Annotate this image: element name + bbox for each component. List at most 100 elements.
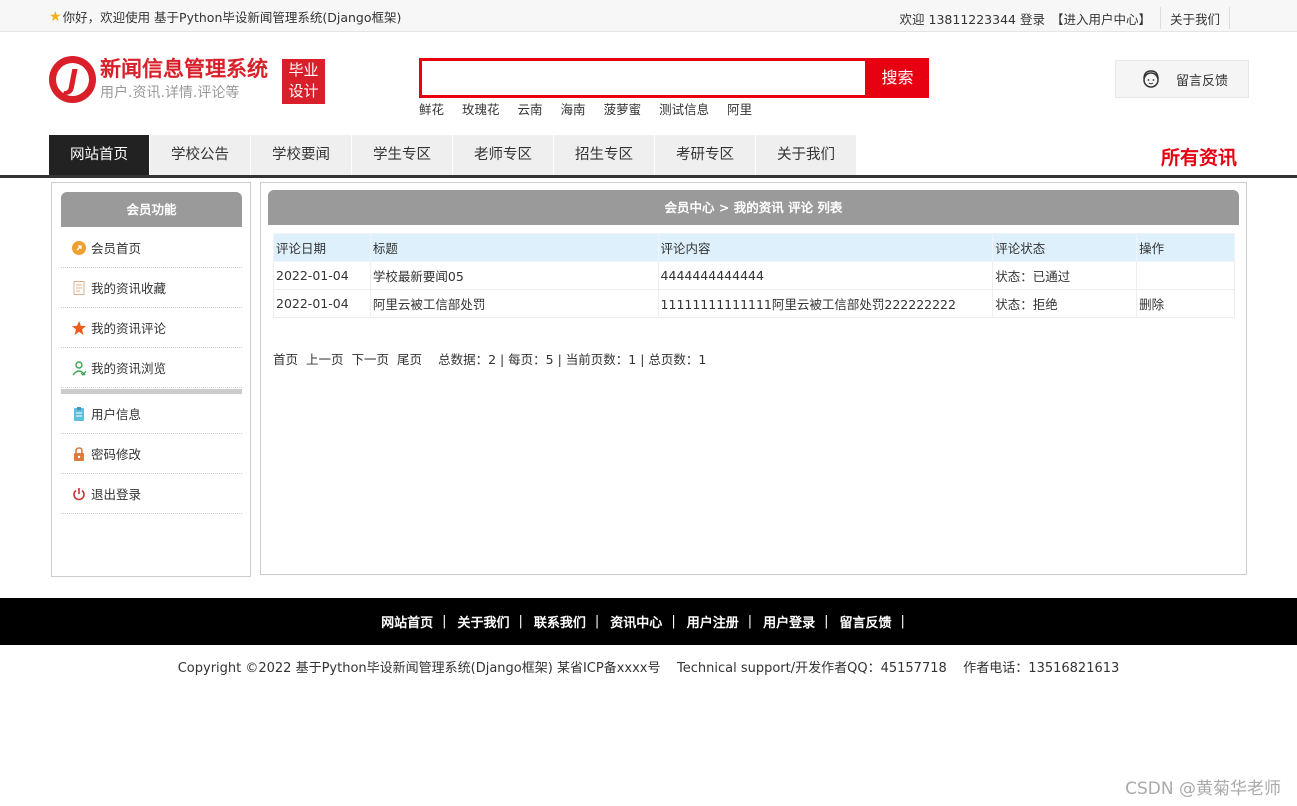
breadcrumb: 会员中心 > 我的资讯 评论 列表 [268,190,1239,225]
hot-word-link[interactable]: 玫瑰花 [462,99,500,118]
table-row: 2022-01-04 学校最新要闻05 4444444444444 状态：已通过 [273,261,1235,290]
column-header: 操作 [1136,233,1235,262]
nav-item-about[interactable]: 关于我们 [756,135,856,175]
sidebar-item-label: 密码修改 [91,447,142,462]
sidebar-item-comments[interactable]: 我的资讯评论 [61,308,242,348]
row-action [1136,261,1235,290]
last-page-link[interactable]: 尾页 [397,349,422,368]
footer-link-feedback[interactable]: 留言反馈 [840,612,892,631]
feedback-label: 留言反馈 [1176,73,1229,89]
footer-link-login[interactable]: 用户登录 [763,612,815,631]
nav-item-teachers[interactable]: 老师专区 [453,135,553,175]
sidebar-item-favorites[interactable]: 我的资讯收藏 [61,268,242,308]
pagination-stats: 总数据：2 | 每页：5 | 当前页数：1 | 总页数：1 [438,352,707,367]
first-page-link[interactable]: 首页 [273,349,298,368]
main-nav: 网站首页 学校公告 学校要闻 学生专区 老师专区 招生专区 考研专区 关于我们 … [0,135,1297,178]
comment-status: 状态：拒绝 [992,289,1138,318]
sidebar-title: 会员功能 [61,192,242,227]
welcome-message: ★ 你好，欢迎使用 基于Python毕设新闻管理系统(Django框架) [49,7,401,26]
table-header-row: 评论日期 标题 评论内容 评论状态 操作 [273,233,1235,262]
sidebar-item-member-home[interactable]: 会员首页 [61,228,242,268]
graduation-badge: 毕业 设计 [282,59,325,104]
next-page-link[interactable]: 下一页 [352,349,390,368]
divider [1159,7,1161,29]
nav-item-announcements[interactable]: 学校公告 [150,135,250,175]
clipboard-icon [71,406,87,422]
home-icon [71,240,87,256]
footer-nav: 网站首页 | 关于我们 | 联系我们 | 资讯中心 | 用户注册 | 用户登录 | 留言反馈… [0,598,1297,645]
footer-link-register[interactable]: 用户注册 [687,612,739,631]
hot-word-link[interactable]: 测试信息 [659,99,709,118]
user-browse-icon [71,360,87,376]
sidebar-item-logout[interactable]: 退出登录 [61,474,242,514]
column-header: 评论内容 [657,233,994,262]
hot-word-link[interactable]: 菠萝蜜 [604,99,642,118]
nav-item-school-news[interactable]: 学校要闻 [251,135,351,175]
lock-icon [71,446,87,462]
sidebar-item-label: 我的资讯收藏 [91,281,167,296]
comments-table: 评论日期 标题 评论内容 评论状态 操作 2022-01-04 学校最新要闻05… [273,233,1235,318]
nav-item-students[interactable]: 学生专区 [352,135,452,175]
top-bar-right: 欢迎 13811223344 登录 【进入用户中心】 关于我们 [900,7,1239,29]
column-header: 评论日期 [273,233,371,262]
table-row: 2022-01-04 阿里云被工信部处罚 11111111111111阿里云被工… [273,289,1235,318]
column-header: 标题 [369,233,659,262]
delete-link[interactable]: 删除 [1136,289,1235,318]
comment-content: 4444444444444 [657,261,994,290]
hot-word-link[interactable]: 鲜花 [419,99,444,118]
hot-word-link[interactable]: 阿里 [727,99,752,118]
pagination: 首页 上一页 下一页 尾页 总数据：2 | 每页：5 | 当前页数：1 | 总页… [273,349,714,368]
star-icon [71,320,87,336]
sidebar-item-label: 我的资讯评论 [91,321,167,336]
feedback-button[interactable]: 留言反馈 [1115,60,1249,98]
sidebar-item-label: 我的资讯浏览 [91,361,167,376]
member-sidebar: 会员功能 会员首页 我的资讯收藏 我的资讯评论 我的资讯浏览 用户信息 密码修改… [51,182,251,577]
comment-date: 2022-01-04 [273,289,371,318]
logo[interactable]: J 新闻信息管理系统 用户.资讯.详情.评论等 [49,56,268,106]
hot-word-link[interactable]: 云南 [518,99,543,118]
power-icon [71,486,87,502]
badge-line2: 设计 [288,82,319,100]
watermark: CSDN @黄菊华老师 [1125,779,1281,799]
news-title-link[interactable]: 学校最新要闻05 [369,261,659,290]
nav-item-admissions[interactable]: 招生专区 [554,135,654,175]
site-title: 新闻信息管理系统 [100,57,268,81]
sidebar-item-browse-history[interactable]: 我的资讯浏览 [61,348,242,388]
sidebar-item-label: 会员首页 [91,241,142,256]
search-input[interactable] [419,58,868,98]
search-button[interactable]: 搜索 [866,58,929,98]
sidebar-item-label: 用户信息 [91,407,142,422]
sidebar-item-change-password[interactable]: 密码修改 [61,434,242,474]
nav-item-postgrad[interactable]: 考研专区 [655,135,755,175]
divider [1229,7,1230,29]
footer-link-contact[interactable]: 联系我们 [534,612,586,631]
sidebar-item-user-info[interactable]: 用户信息 [61,394,242,434]
comment-date: 2022-01-04 [273,261,371,290]
logo-icon: J [49,56,96,103]
hot-word-link[interactable]: 海南 [561,99,586,118]
footer-link-home[interactable]: 网站首页 [381,612,433,631]
column-header: 评论状态 [992,233,1138,262]
search-box: 搜索 [419,58,929,98]
footer-link-news-center[interactable]: 资讯中心 [610,612,662,631]
nav-item-home[interactable]: 网站首页 [49,135,149,175]
star-icon: ★ [49,8,62,25]
customer-service-icon [1143,70,1159,88]
badge-line1: 毕业 [288,61,319,79]
nav-divider [0,175,1297,178]
site-subtitle: 用户.资讯.详情.评论等 [100,85,240,101]
footer-link-about[interactable]: 关于我们 [457,612,509,631]
hot-words: 鲜花 玫瑰花 云南 海南 菠萝蜜 测试信息 阿里 [419,99,770,118]
main-panel: 会员中心 > 我的资讯 评论 列表 评论日期 标题 评论内容 评论状态 操作 2… [260,182,1247,575]
about-link[interactable]: 关于我们 [1170,9,1220,28]
comment-content: 11111111111111阿里云被工信部处罚222222222 [657,289,994,318]
welcome-text: 你好，欢迎使用 基于Python毕设新闻管理系统(Django框架) [62,10,402,25]
comment-status: 状态：已通过 [992,261,1138,290]
all-news-link[interactable]: 所有资讯 [1161,143,1237,170]
user-center-link[interactable]: 【进入用户中心】 [1051,9,1151,28]
news-title-link[interactable]: 阿里云被工信部处罚 [369,289,659,318]
sidebar-item-label: 退出登录 [91,487,142,502]
document-icon [71,280,87,296]
prev-page-link[interactable]: 上一页 [306,349,344,368]
user-welcome: 欢迎 13811223344 登录 [899,11,1045,27]
